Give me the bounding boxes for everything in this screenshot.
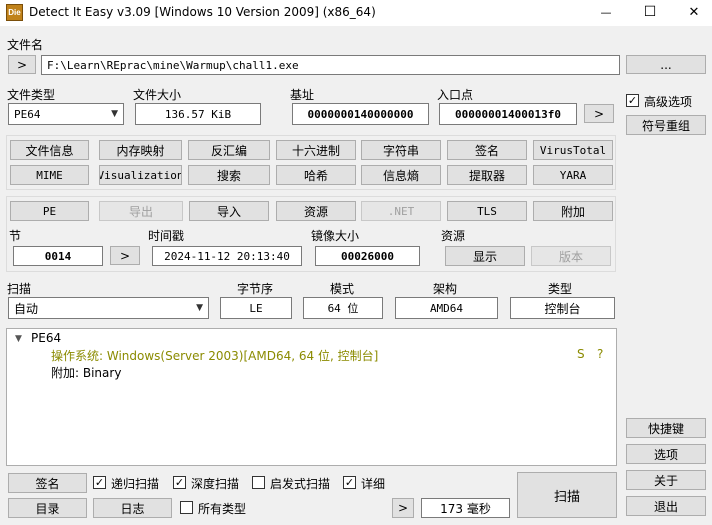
timestamp-label: 时间戳 (148, 229, 185, 243)
tool-strings-button[interactable]: 字符串 (361, 140, 441, 160)
app-logo-icon: Die (6, 4, 23, 21)
close-button[interactable]: ✕ (684, 2, 704, 22)
pe-button[interactable]: PE (10, 201, 89, 221)
tool-signature-button[interactable]: 签名 (447, 140, 527, 160)
all-types-label: 所有类型 (198, 502, 247, 516)
tree-toggle-icon[interactable]: ▼ (15, 334, 22, 344)
window-title: Detect It Easy v3.09 [Windows 10 Version… (29, 5, 376, 19)
tree-root-pe64[interactable]: PE64 (31, 331, 61, 345)
file-type-value: PE64 (14, 107, 41, 121)
elapsed-button[interactable]: > (392, 498, 414, 518)
scan-mode-value: 自动 (14, 301, 39, 316)
tree-os-info-link[interactable]: ? (597, 347, 603, 361)
minimize-button[interactable]: — (596, 2, 616, 22)
arch-label: 架构 (433, 282, 458, 296)
options-button[interactable]: 选项 (626, 444, 706, 464)
chevron-down-icon: ▼ (196, 303, 203, 313)
image-size-label: 镜像大小 (311, 229, 360, 243)
show-resources-button[interactable]: 显示 (445, 246, 525, 266)
arch-field: AMD64 (395, 297, 498, 319)
advanced-label: 高级选项 (644, 95, 693, 109)
directory-button[interactable]: 目录 (8, 498, 87, 518)
elapsed-time-field: 173 毫秒 (421, 498, 510, 518)
endian-label: 字节序 (237, 282, 274, 296)
shortcuts-button[interactable]: 快捷键 (626, 418, 706, 438)
recursive-scan-label: 递归扫描 (111, 477, 160, 491)
entry-point-label: 入口点 (437, 88, 474, 102)
base-address-field: 0000000140000000 (292, 103, 429, 125)
scan-button[interactable]: 扫描 (517, 472, 617, 518)
tree-os-item[interactable]: 操作系统: Windows(Server 2003)[AMD64, 64 位, … (51, 347, 378, 364)
filename-label: 文件名 (7, 38, 44, 52)
file-path-field[interactable]: F:\Learn\REprac\mine\Warmup\chall1.exe (41, 55, 620, 75)
deep-scan-label: 深度扫描 (191, 477, 240, 491)
tree-os-s-flag: S (577, 347, 585, 361)
advanced-checkbox[interactable]: ✓ (626, 94, 639, 107)
tool-memory-map-button[interactable]: 内存映射 (99, 140, 182, 160)
scan-label: 扫描 (7, 282, 32, 296)
about-button[interactable]: 关于 (626, 470, 706, 490)
file-type-label: 文件类型 (7, 88, 56, 102)
all-types-checkbox[interactable] (180, 501, 193, 514)
tool-hash-button[interactable]: 哈希 (276, 165, 356, 185)
tool-hex-button[interactable]: 十六进制 (276, 140, 356, 160)
tool-extractor-button[interactable]: 提取器 (447, 165, 527, 185)
type-field: 控制台 (510, 297, 615, 319)
tls-button[interactable]: TLS (447, 201, 527, 221)
maximize-button[interactable]: ☐ (640, 2, 660, 22)
sections-label: 节 (9, 229, 22, 243)
tool-entropy-button[interactable]: 信息熵 (361, 165, 441, 185)
sections-button[interactable]: > (110, 246, 140, 265)
entry-point-button[interactable]: > (584, 104, 614, 123)
tool-mime-button[interactable]: MIME (10, 165, 89, 185)
log-button[interactable]: 日志 (93, 498, 172, 518)
exit-button[interactable]: 退出 (626, 496, 706, 516)
resources-label: 资源 (441, 229, 466, 243)
symbol-reorg-button[interactable]: 符号重组 (626, 115, 706, 135)
results-tree[interactable]: ▼ PE64 操作系统: Windows(Server 2003)[AMD64,… (6, 328, 617, 466)
export-button: 导出 (99, 201, 183, 221)
sections-count-field: 0014 (13, 246, 103, 266)
browse-button[interactable]: > (8, 55, 36, 74)
mode-field: 64 位 (303, 297, 383, 319)
scan-mode-select[interactable]: 自动 ▼ (8, 297, 209, 319)
base-address-label: 基址 (290, 88, 315, 102)
file-type-select[interactable]: PE64 ▼ (8, 103, 124, 125)
tool-disasm-button[interactable]: 反汇编 (188, 140, 270, 160)
signatures-button[interactable]: 签名 (8, 473, 87, 493)
timestamp-field: 2024-11-12 20:13:40 (152, 246, 302, 266)
file-size-label: 文件大小 (133, 88, 182, 102)
tool-visualization-button[interactable]: Visualization (99, 165, 182, 185)
image-size-field: 00026000 (315, 246, 420, 266)
resources-button[interactable]: 资源 (276, 201, 356, 221)
file-size-field: 136.57 KiB (135, 103, 261, 125)
tree-overlay-item[interactable]: 附加: Binary (51, 364, 121, 381)
tool-search-button[interactable]: 搜索 (188, 165, 270, 185)
tool-virustotal-button[interactable]: VirusTotal (533, 140, 613, 160)
endian-field: LE (220, 297, 292, 319)
heuristic-scan-checkbox[interactable] (252, 476, 265, 489)
version-button: 版本 (531, 246, 611, 266)
verbose-checkbox[interactable]: ✓ (343, 476, 356, 489)
import-button[interactable]: 导入 (189, 201, 269, 221)
mode-label: 模式 (330, 282, 355, 296)
title-bar: Die Detect It Easy v3.09 [Windows 10 Ver… (0, 0, 712, 26)
chevron-down-icon: ▼ (111, 109, 118, 119)
recursive-scan-checkbox[interactable]: ✓ (93, 476, 106, 489)
deep-scan-checkbox[interactable]: ✓ (173, 476, 186, 489)
overlay-button[interactable]: 附加 (533, 201, 613, 221)
more-button[interactable]: ... (626, 55, 706, 74)
dotnet-button: .NET (361, 201, 441, 221)
heuristic-scan-label: 启发式扫描 (270, 477, 331, 491)
tool-yara-button[interactable]: YARA (533, 165, 613, 185)
entry-point-field: 00000001400013f0 (439, 103, 577, 125)
verbose-label: 详细 (361, 477, 386, 491)
tool-file-info-button[interactable]: 文件信息 (10, 140, 89, 160)
type-label: 类型 (548, 282, 573, 296)
